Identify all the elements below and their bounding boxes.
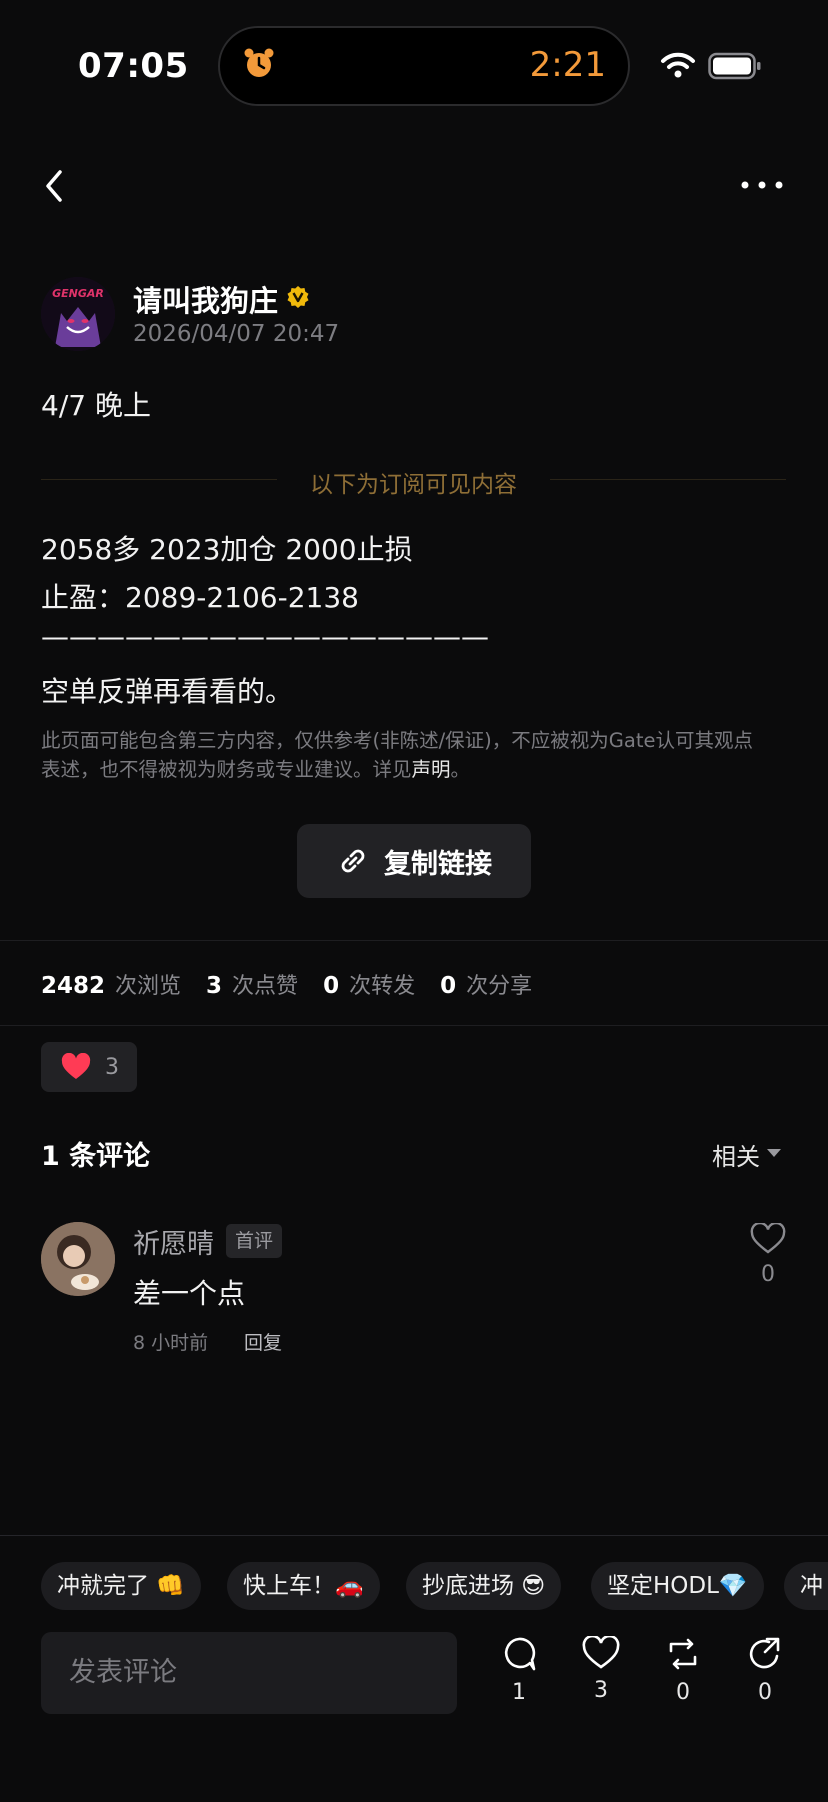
like-action-button[interactable]: 3: [571, 1634, 631, 1703]
comments-title: 1 条评论: [41, 1141, 151, 1172]
heart-outline-icon[interactable]: [750, 1223, 786, 1255]
author-name[interactable]: 请叫我狗庄: [133, 278, 278, 320]
post-timestamp: 2026/04/07 20:47: [133, 321, 340, 347]
comment-action-button[interactable]: 1: [489, 1636, 549, 1705]
chevron-down-icon[interactable]: [767, 1149, 781, 1157]
repost-action-button[interactable]: 0: [653, 1636, 713, 1705]
section-divider: [0, 1025, 828, 1026]
comment-time: 8 小时前: [133, 1332, 209, 1354]
shares-count: 0: [440, 973, 457, 999]
share-icon: [749, 1637, 780, 1669]
comment-bubble-icon: [504, 1637, 536, 1671]
author-avatar[interactable]: GENGAR: [41, 277, 115, 351]
divider-line: [41, 479, 277, 480]
repost-action-count: 0: [676, 1680, 690, 1705]
copy-link-label: 复制链接: [384, 848, 492, 880]
like-action-count: 3: [594, 1678, 608, 1703]
alarm-clock-icon: [242, 46, 276, 84]
quick-reply-chip[interactable]: 冲: [784, 1562, 828, 1610]
reposts-count: 0: [323, 973, 340, 999]
commenter-avatar[interactable]: [41, 1222, 115, 1296]
comment-input[interactable]: 发表评论: [41, 1632, 457, 1714]
quick-reply-chip[interactable]: 抄底进场 😎: [406, 1562, 562, 1610]
reply-button[interactable]: 回复: [244, 1328, 282, 1355]
reaction-count: 3: [105, 1054, 119, 1080]
repost-icon: [669, 1638, 697, 1670]
comment-text: 差一个点: [133, 1277, 246, 1310]
back-icon[interactable]: [38, 166, 74, 206]
post-body-line: 止盈：2089-2106-2138: [41, 581, 359, 614]
share-action-button[interactable]: 0: [735, 1636, 795, 1705]
quick-reply-chip[interactable]: 坚定HODL💎: [591, 1562, 764, 1610]
disclaimer-text: 此页面可能包含第三方内容，仅供参考(非陈述/保证)，不应被视为Gate认可其观点…: [41, 729, 753, 781]
subscriber-content-label: 以下为订阅可见内容: [310, 472, 517, 498]
first-comment-badge: 首评: [226, 1224, 283, 1258]
link-icon: [341, 849, 365, 873]
copy-link-button[interactable]: 复制链接: [297, 824, 531, 898]
quick-reply-chip[interactable]: 快上车！🚗: [227, 1562, 380, 1610]
heart-reaction-button[interactable]: 3: [41, 1042, 137, 1092]
wifi-icon: [661, 52, 695, 78]
divider-line: [550, 479, 786, 480]
svg-text:GENGAR: GENGAR: [52, 287, 104, 300]
post-stats: 2482 次浏览 3 次点赞 0 次转发 0 次分享: [41, 973, 533, 999]
post-body-line: ————————————————: [41, 620, 489, 653]
views-count: 2482: [41, 973, 106, 999]
disclaimer-link[interactable]: 声明: [412, 758, 451, 781]
commenter-name[interactable]: 祈愿晴: [133, 1222, 214, 1261]
post-body-line: 空单反弹再看看的。: [41, 675, 294, 708]
comment-like-count: 0: [761, 1262, 775, 1287]
timer-text: 2:21: [529, 45, 606, 85]
status-time: 07:05: [78, 46, 189, 86]
heart-outline-icon: [582, 1634, 620, 1669]
likes-count: 3: [206, 973, 223, 999]
more-options-icon[interactable]: [740, 178, 784, 192]
comment-action-count: 1: [512, 1680, 526, 1705]
post-body-line: 2058多 2023加仓 2000止损: [41, 533, 413, 566]
share-action-count: 0: [758, 1680, 772, 1705]
sort-dropdown[interactable]: 相关: [712, 1137, 760, 1172]
post-intro-text: 4/7 晚上: [41, 389, 151, 422]
dynamic-island: 2:21: [218, 26, 630, 106]
section-divider: [0, 940, 828, 941]
battery-icon: [708, 52, 761, 80]
heart-filled-icon: [61, 1053, 91, 1079]
quick-reply-chip[interactable]: 冲就完了 👊: [41, 1562, 201, 1610]
verified-badge-icon: [287, 286, 309, 308]
